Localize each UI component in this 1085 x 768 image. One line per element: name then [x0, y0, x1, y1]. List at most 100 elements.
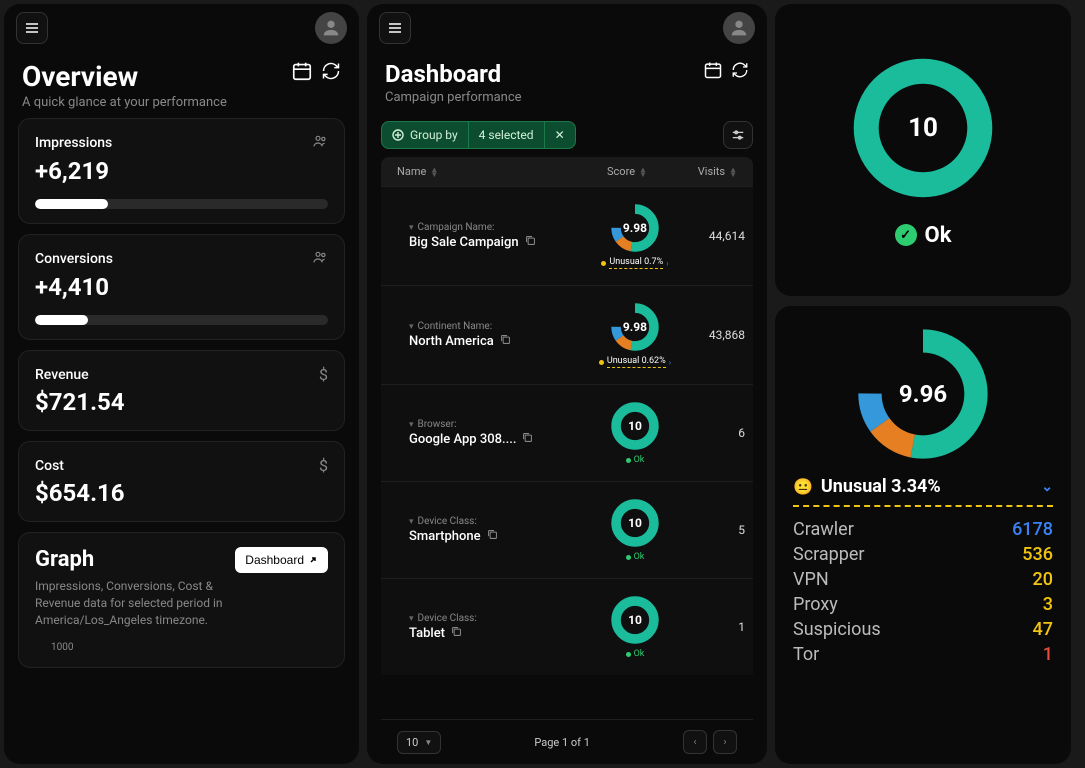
- visits-value: 1: [685, 620, 745, 634]
- unusual-label: Unusual 3.34%: [821, 476, 941, 497]
- impressions-value: +6,219: [35, 157, 328, 185]
- topbar: [4, 4, 359, 48]
- visits-value: 44,614: [685, 229, 745, 243]
- conversions-progress: [35, 315, 328, 325]
- sort-icon: ▲▼: [729, 167, 737, 177]
- conversions-value: +4,410: [35, 273, 328, 301]
- copy-icon[interactable]: [451, 626, 462, 641]
- status-label: Ok: [925, 223, 952, 248]
- score-donut: 9.98: [610, 203, 660, 253]
- visits-value: 5: [685, 523, 745, 537]
- row-name-text: Tablet: [409, 626, 445, 641]
- row-name-text: Google App 308....: [409, 432, 516, 447]
- th-score[interactable]: Score▲▼: [577, 165, 677, 178]
- menu-button[interactable]: [379, 12, 411, 44]
- score-value: 9.96: [853, 324, 993, 464]
- breakdown-name: Tor: [793, 644, 819, 665]
- prev-page-button[interactable]: ‹: [683, 730, 707, 754]
- table-row[interactable]: ▾Campaign Name: Big Sale Campaign 9.98 U…: [381, 186, 753, 285]
- breakdown-name: VPN: [793, 569, 829, 590]
- calendar-icon[interactable]: [703, 60, 723, 84]
- copy-icon[interactable]: [487, 529, 498, 544]
- page-size-select[interactable]: 10 ▼: [397, 731, 441, 754]
- unusual-toggle[interactable]: 😐 Unusual 3.34% ⌄: [793, 476, 1053, 507]
- breakdown-name: Proxy: [793, 594, 838, 615]
- calendar-icon[interactable]: [291, 60, 313, 86]
- next-page-button[interactable]: ›: [713, 730, 737, 754]
- breakdown-value: 20: [1033, 569, 1053, 590]
- table-row[interactable]: ▾Browser: Google App 308.... 10 Ok 6: [381, 384, 753, 481]
- cost-card[interactable]: Cost $ $654.16: [18, 441, 345, 522]
- topbar: [367, 4, 767, 48]
- score-donut-unusual: 9.96: [853, 324, 993, 464]
- copy-icon[interactable]: [522, 432, 533, 447]
- score-unusual-panel: 9.96 😐 Unusual 3.34% ⌄ Crawler 6178 Scra…: [775, 306, 1071, 764]
- table-row[interactable]: ▾Device Class: Tablet 10 Ok 1: [381, 578, 753, 675]
- copy-icon[interactable]: [525, 235, 536, 250]
- conversions-card[interactable]: Conversions +4,410: [18, 234, 345, 340]
- dashboard-button[interactable]: Dashboard: [235, 547, 328, 573]
- th-visits[interactable]: Visits▲▼: [677, 165, 737, 178]
- chevron-down-icon[interactable]: ▾: [409, 614, 414, 624]
- score-donut: 10: [848, 53, 998, 203]
- face-icon: 😐: [793, 477, 813, 496]
- breakdown-row: Crawler 6178: [793, 517, 1053, 542]
- overview-cards: Impressions +6,219 Conversions +4,410 Re…: [4, 118, 359, 668]
- revenue-card[interactable]: Revenue $ $721.54: [18, 350, 345, 431]
- revenue-label: Revenue: [35, 367, 89, 383]
- breakdown-row: Suspicious 47: [793, 617, 1053, 642]
- axis-tick: 1000: [35, 642, 328, 653]
- table-row[interactable]: ▾Continent Name: North America 9.98 Unus…: [381, 285, 753, 384]
- avatar[interactable]: [315, 12, 347, 44]
- breakdown-value: 536: [1022, 544, 1053, 565]
- sort-icon: ▲▼: [639, 167, 647, 177]
- row-name-text: Big Sale Campaign: [409, 235, 519, 250]
- breakdown-value: 1: [1043, 644, 1053, 665]
- refresh-icon[interactable]: [731, 61, 749, 83]
- breakdown-value: 3: [1043, 594, 1053, 615]
- refresh-icon[interactable]: [321, 61, 341, 85]
- impressions-progress: [35, 199, 328, 209]
- sort-icon: ▲▼: [430, 167, 438, 177]
- page-title: Dashboard: [385, 60, 522, 88]
- cost-value: $654.16: [35, 479, 328, 507]
- dollar-icon: $: [319, 365, 328, 384]
- table-body: ▾Campaign Name: Big Sale Campaign 9.98 U…: [381, 186, 753, 719]
- conversions-label: Conversions: [35, 251, 113, 267]
- filter-button[interactable]: [723, 121, 753, 149]
- groupby-clear[interactable]: ✕: [545, 122, 575, 148]
- chevron-down-icon[interactable]: ▾: [409, 420, 414, 430]
- graph-card: Graph Impressions, Conversions, Cost & R…: [18, 532, 345, 668]
- row-name-text: North America: [409, 334, 494, 349]
- impressions-label: Impressions: [35, 135, 112, 151]
- chevron-down-icon[interactable]: ▾: [409, 223, 414, 233]
- chevron-down-icon[interactable]: ▾: [409, 517, 414, 527]
- cost-label: Cost: [35, 458, 64, 474]
- groupby-pill[interactable]: Group by 4 selected ✕: [381, 121, 576, 149]
- score-donut: 9.98: [610, 302, 660, 352]
- copy-icon[interactable]: [500, 334, 511, 349]
- breakdown-row: Proxy 3: [793, 592, 1053, 617]
- chevron-down-icon[interactable]: ▾: [409, 322, 414, 332]
- table-header: Name▲▼ Score▲▼ Visits▲▼: [381, 157, 753, 186]
- page-subtitle: A quick glance at your performance: [22, 95, 227, 110]
- th-name[interactable]: Name▲▼: [397, 165, 577, 178]
- breakdown-list: Crawler 6178 Scrapper 536 VPN 20 Proxy 3…: [793, 517, 1053, 667]
- avatar[interactable]: [723, 12, 755, 44]
- revenue-value: $721.54: [35, 388, 328, 416]
- page-info: Page 1 of 1: [534, 736, 590, 749]
- groupby-label: Group by: [410, 128, 458, 142]
- menu-button[interactable]: [16, 12, 48, 44]
- score-ok-panel: 10 ✓ Ok: [775, 4, 1071, 296]
- pagination: 10 ▼ Page 1 of 1 ‹ ›: [381, 719, 753, 764]
- dollar-icon: $: [319, 456, 328, 475]
- breakdown-name: Crawler: [793, 519, 854, 540]
- overview-panel: Overview A quick glance at your performa…: [4, 4, 359, 764]
- breakdown-value: 6178: [1012, 519, 1053, 540]
- users-icon: [312, 133, 328, 153]
- impressions-card[interactable]: Impressions +6,219: [18, 118, 345, 224]
- users-icon: [312, 249, 328, 269]
- table-row[interactable]: ▾Device Class: Smartphone 10 Ok 5: [381, 481, 753, 578]
- check-icon: ✓: [895, 224, 917, 246]
- page-subtitle: Campaign performance: [385, 90, 522, 105]
